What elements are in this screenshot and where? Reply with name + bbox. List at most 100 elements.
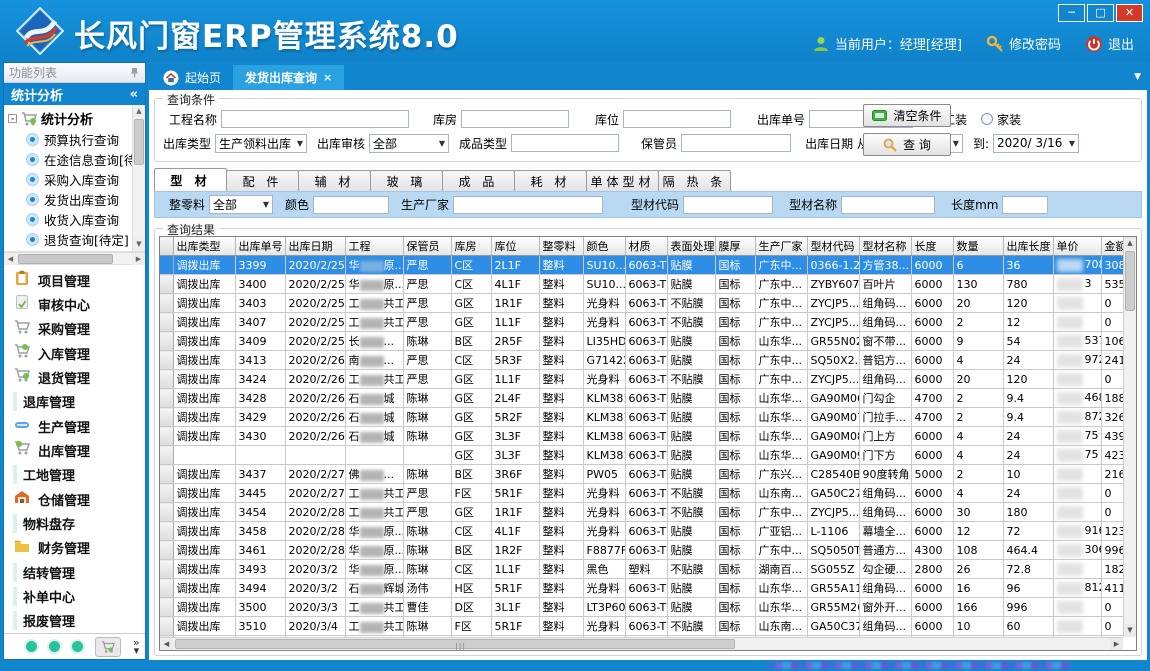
table-row[interactable]: 调拨出库34372020/2/27佛...陈琳B区3R6F整料PW056063-… (160, 465, 1123, 484)
row-header[interactable] (160, 617, 173, 636)
table-row[interactable]: 调拨出库35002020/3/3工共工程曹佳D区3L1F整料LT3P606063… (160, 598, 1123, 617)
tree-vertical-scrollbar[interactable]: ▲ ▼ (132, 105, 145, 251)
row-header[interactable] (160, 351, 173, 370)
row-header[interactable] (160, 484, 173, 503)
tree-item-1[interactable]: 在途信息查询[待 (8, 149, 145, 169)
table-row[interactable]: 调拨出库34002020/2/25华原...严思C区4L1F整料SU10...6… (160, 275, 1123, 294)
column-header-18[interactable]: 单价 (1053, 237, 1101, 256)
table-row[interactable]: 调拨出库34032020/2/25工共工程严思G区1R1F整料光身料6063-T… (160, 294, 1123, 313)
table-row[interactable]: 调拨出库33992020/2/25华原...严思C区2L1F整料SU10...6… (160, 256, 1123, 275)
column-header-4[interactable]: 保管员 (403, 237, 451, 256)
material-tab-5[interactable]: 耗 材 (514, 170, 587, 191)
close-button[interactable]: ✕ (1116, 4, 1143, 22)
warehouse-input[interactable] (461, 110, 569, 128)
profile-name-input[interactable] (841, 196, 935, 214)
table-row[interactable]: 调拨出库34292020/2/26石城陈琳G区5R2F整料KLM38176063… (160, 408, 1123, 427)
sidebar-item-6[interactable]: 退库管理 (14, 390, 145, 414)
row-header[interactable] (160, 598, 173, 617)
tree-expander-icon[interactable]: - (8, 114, 17, 123)
column-header-5[interactable]: 库房 (451, 237, 491, 256)
scroll-down-icon[interactable]: ▼ (133, 238, 145, 251)
scroll-left-icon[interactable]: ◀ (4, 253, 17, 265)
search-button[interactable]: 查 询 (863, 133, 951, 156)
tab-outbound-query[interactable]: 发货出库查询 × (233, 65, 344, 90)
outbound-type-select[interactable]: 生产领料出库▼ (215, 134, 307, 153)
tree-root-statistics[interactable]: - 统计分析 (8, 108, 145, 129)
row-header[interactable] (160, 541, 173, 560)
sidebar-item-10[interactable]: 仓储管理 (14, 487, 145, 511)
tab-home[interactable]: 起始页 (151, 65, 233, 90)
scroll-up-icon[interactable]: ▲ (1124, 237, 1136, 250)
pin-icon[interactable] (129, 67, 140, 78)
row-header[interactable] (160, 446, 173, 465)
table-row[interactable]: 调拨出库34942020/3/2石辉城汤伟H区5R1F整料光身料6063-T5贴… (160, 579, 1123, 598)
sidebar-item-3[interactable]: 采购管理 (14, 317, 145, 341)
row-header[interactable] (160, 465, 173, 484)
sidebar-item-14[interactable]: 补单中心 (14, 584, 145, 608)
scroll-left-icon[interactable]: ◀ (160, 638, 173, 650)
table-row[interactable]: 调拨出库35102020/3/4工共工程陈琳F区5R1F整料光身料6063-T5… (160, 617, 1123, 636)
table-row[interactable]: 调拨出库34452020/2/27工共工程严思F区5R1F整料光身料6063-T… (160, 484, 1123, 503)
sidebar-item-11[interactable]: 物料盘存 (14, 511, 145, 535)
location-input[interactable] (623, 110, 731, 128)
column-header-14[interactable]: 型材名称 (859, 237, 911, 256)
whole-part-select[interactable]: 全部▼ (209, 195, 273, 214)
row-header[interactable] (160, 522, 173, 541)
sidebar-item-7[interactable]: 生产管理 (14, 414, 145, 438)
grid-vertical-scrollbar[interactable]: ▲ ▼ (1123, 237, 1136, 637)
row-header[interactable] (160, 256, 173, 275)
logout-button[interactable]: 退出 (1085, 34, 1134, 53)
column-header-8[interactable]: 颜色 (583, 237, 625, 256)
sidebar-item-8[interactable]: 出库管理 (14, 438, 145, 462)
tree-item-3[interactable]: 发货出库查询 (8, 189, 145, 209)
column-header-2[interactable]: 出库日期 (285, 237, 345, 256)
material-tab-7[interactable]: 隔 热 条 (658, 170, 731, 191)
sidebar-item-4[interactable]: 入库管理 (14, 341, 145, 365)
length-input[interactable] (1002, 196, 1048, 214)
column-header-3[interactable]: 工程 (345, 237, 403, 256)
column-header-19[interactable]: 金额 (1101, 237, 1123, 256)
table-row[interactable]: 调拨出库34582020/2/28华原...陈琳C区4L1F整料光身料6063-… (160, 522, 1123, 541)
column-header-16[interactable]: 数量 (953, 237, 1003, 256)
color-input[interactable] (313, 196, 389, 214)
clear-conditions-button[interactable]: 清空条件 (863, 104, 951, 127)
sidebar-item-13[interactable]: 结转管理 (14, 560, 145, 584)
material-tab-3[interactable]: 玻 璃 (370, 170, 443, 191)
row-header[interactable] (160, 579, 173, 598)
project-name-input[interactable] (221, 110, 409, 128)
footer-dot-icon[interactable] (72, 641, 83, 652)
footer-expand-button[interactable]: »▾ (133, 639, 140, 655)
table-row[interactable]: G区3L3F整料KLM38176063-T5贴膜国标山东华...GA90M09.… (160, 446, 1123, 465)
row-header[interactable] (160, 313, 173, 332)
tree-item-0[interactable]: 预算执行查询 (8, 129, 145, 149)
column-header-0[interactable]: 出库类型 (173, 237, 235, 256)
row-header[interactable] (160, 275, 173, 294)
change-password-button[interactable]: 修改密码 (986, 34, 1061, 53)
footer-dot-icon[interactable] (26, 641, 37, 652)
tree-item-5[interactable]: 退货查询[待定] (8, 229, 145, 249)
sidebar-item-15[interactable]: 报废管理 (14, 609, 145, 633)
tab-list-dropdown-icon[interactable]: ▼ (1134, 72, 1141, 82)
table-row[interactable]: 调拨出库34932020/3/2华原...陈琳C区1L1F整料黑色塑料不贴膜国标… (160, 560, 1123, 579)
tree-item-2[interactable]: 采购入库查询 (8, 169, 145, 189)
row-header[interactable] (160, 370, 173, 389)
scroll-right-icon[interactable]: ▶ (132, 253, 145, 265)
column-header-13[interactable]: 型材代码 (807, 237, 859, 256)
tab-close-icon[interactable]: × (323, 71, 332, 84)
material-tab-4[interactable]: 成 品 (442, 170, 515, 191)
column-header-9[interactable]: 材质 (625, 237, 667, 256)
row-header[interactable] (160, 503, 173, 522)
minimize-button[interactable]: ─ (1058, 4, 1085, 22)
product-type-input[interactable] (511, 134, 619, 152)
material-tab-2[interactable]: 辅 材 (298, 170, 371, 191)
sidebar-item-12[interactable]: 财务管理 (14, 536, 145, 560)
material-tab-0[interactable]: 型 材 (154, 168, 227, 191)
sidebar-item-1[interactable]: 项目管理 (14, 268, 145, 292)
column-header-10[interactable]: 表面处理 (667, 237, 715, 256)
table-row[interactable]: 调拨出库34302020/2/26石城陈琳G区3L3F整料KLM38176063… (160, 427, 1123, 446)
maximize-button[interactable]: □ (1087, 4, 1114, 22)
profile-code-input[interactable] (683, 196, 773, 214)
column-header-17[interactable]: 出库长度 (1003, 237, 1053, 256)
row-header[interactable] (160, 560, 173, 579)
tree-item-4[interactable]: 收货入库查询 (8, 209, 145, 229)
